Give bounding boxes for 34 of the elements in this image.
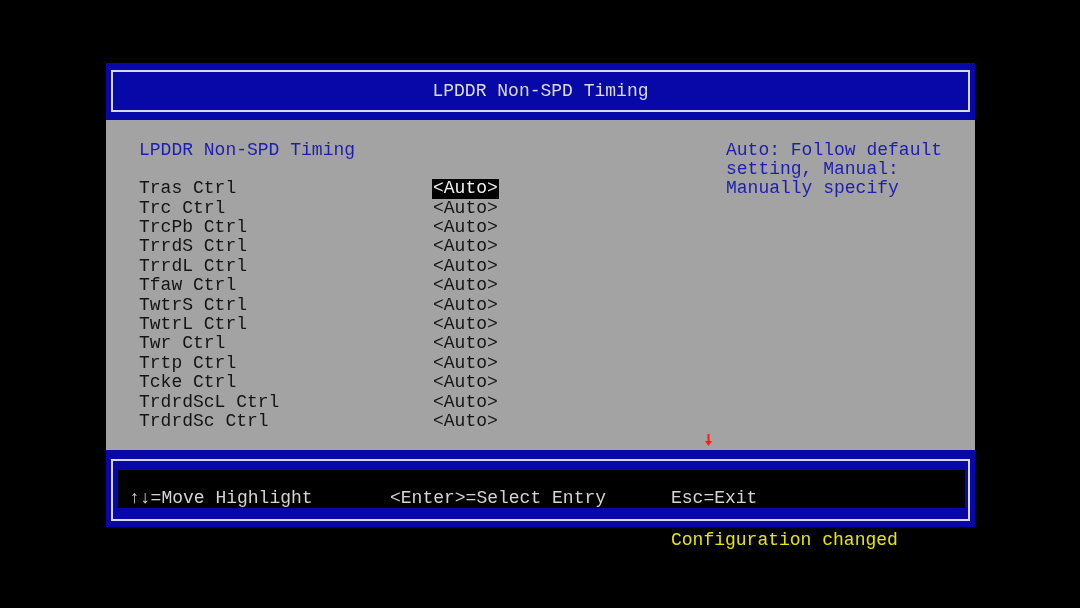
setting-value[interactable]: <Auto> [432, 412, 499, 432]
key-hint: <Enter>=Select Entry [390, 489, 607, 508]
setting-label: TrcPb Ctrl [139, 218, 248, 238]
scroll-down-icon [705, 434, 712, 446]
setting-label: Trtp Ctrl [139, 353, 237, 374]
setting-label: TrdrdScL Ctrl [139, 392, 280, 412]
status-message: Configuration changed [671, 531, 898, 550]
form-heading: LPDDR Non-SPD Timing [139, 140, 356, 160]
header-title: LPDDR Non-SPD Timing [432, 81, 649, 101]
setting-value[interactable]: <Auto> [432, 315, 499, 335]
setting-label: TwtrS Ctrl [139, 295, 248, 316]
setting-value[interactable]: <Auto> [432, 353, 499, 374]
setting-value[interactable]: <Auto> [432, 237, 499, 257]
help-text: Auto: Follow default setting, Manual: Manually specify [726, 140, 944, 199]
setting-label: TrdrdSc Ctrl [139, 412, 269, 432]
setting-label: TrrdS Ctrl [139, 237, 248, 257]
setting-label: Trc Ctrl [139, 198, 226, 219]
setting-label: TwtrL Ctrl [139, 315, 248, 335]
key-hint: Esc=Exit [671, 489, 758, 508]
setting-value[interactable]: <Auto> [432, 179, 499, 199]
setting-value[interactable]: <Auto> [432, 373, 499, 393]
setting-label: TrrdL Ctrl [139, 256, 248, 277]
setting-label: Tfaw Ctrl [139, 276, 237, 296]
setting-value[interactable]: <Auto> [432, 218, 499, 238]
setting-value[interactable]: <Auto> [432, 392, 499, 412]
key-hint: ↑↓=Move Highlight [129, 489, 313, 508]
setting-value[interactable]: <Auto> [432, 256, 499, 277]
setting-value[interactable]: <Auto> [432, 295, 499, 316]
setting-label: Tras Ctrl [139, 179, 237, 199]
setting-value[interactable]: <Auto> [432, 334, 499, 354]
setting-label: Twr Ctrl [139, 334, 226, 354]
setting-label: Tcke Ctrl [139, 373, 237, 393]
setting-value[interactable]: <Auto> [432, 276, 499, 296]
setting-value[interactable]: <Auto> [432, 198, 499, 219]
